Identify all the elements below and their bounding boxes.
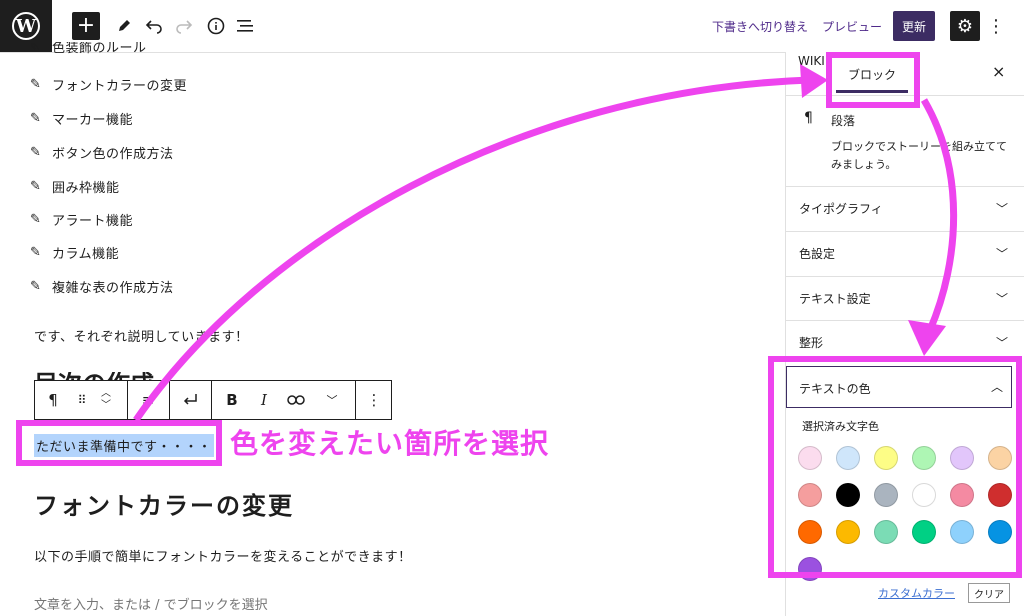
annotation-arrows <box>133 64 958 422</box>
